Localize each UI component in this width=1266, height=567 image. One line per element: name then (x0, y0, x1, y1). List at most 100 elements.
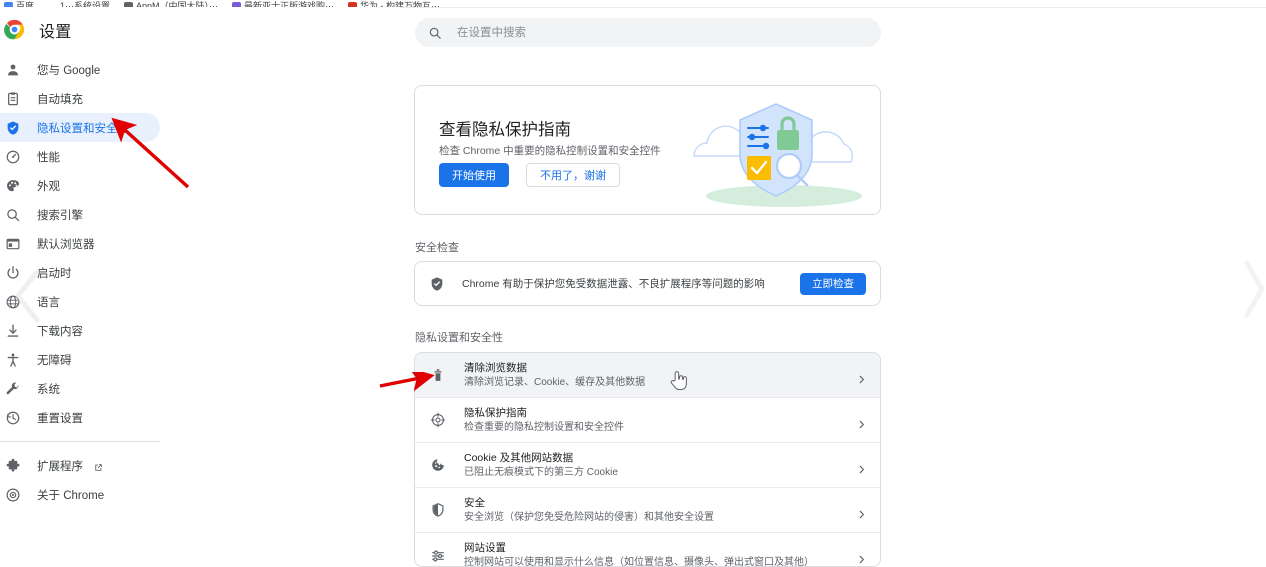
target-icon (429, 412, 446, 429)
privacy-settings-row[interactable]: 清除浏览数据 清除浏览记录、Cookie、缓存及其他数据 (415, 353, 880, 398)
shield-filled-icon (431, 276, 443, 291)
clipboard-icon (4, 90, 22, 108)
row-subtitle: 检查重要的隐私控制设置和安全控件 (464, 421, 624, 433)
chevron-right-icon (857, 416, 866, 428)
sidebar-divider (0, 441, 160, 442)
download-icon (4, 322, 22, 340)
sidebar-item-11[interactable]: 系统 (0, 374, 160, 403)
cookie-icon (429, 457, 446, 474)
sidebar-item-label: 默认浏览器 (37, 238, 95, 251)
sidebar-item-label: 系统 (37, 383, 60, 396)
settings-sidebar: 设置 您与 Google 自动填充隐私设置和安全性 性能外观搜索引擎默认浏览器启动时… (0, 7, 400, 567)
privacy-shield-illustration (693, 103, 862, 207)
settings-main-panel: 查看隐私保护指南 检查 Chrome 中重要的隐私控制设置和安全控件 开始使用 … (400, 7, 1266, 567)
sidebar-item-5[interactable]: 搜索引擎 (0, 200, 160, 229)
row-title: 隐私保护指南 (464, 406, 527, 419)
row-subtitle: 已阻止无痕模式下的第三方 Cookie (464, 466, 618, 478)
dismiss-privacy-guide-button[interactable]: 不用了，谢谢 (526, 163, 620, 187)
row-text: 隐私保护指南检查重要的隐私控制设置和安全控件 (464, 406, 857, 435)
page-title: 设置 (39, 23, 72, 41)
sidebar-item-6[interactable]: 默认浏览器 (0, 229, 160, 258)
sidebar-item-footer-0[interactable]: 扩展程序 (0, 451, 160, 480)
sidebar-item-label: 重置设置 (37, 412, 83, 425)
sidebar-item-2[interactable]: 隐私设置和安全性 (0, 113, 160, 142)
power-icon (4, 264, 22, 282)
palette-icon (4, 177, 22, 195)
safety-check-text: Chrome 有助于保护您免受数据泄露、不良扩展程序等问题的影响 (462, 278, 765, 290)
sidebar-item-9[interactable]: 下载内容 (0, 316, 160, 345)
sidebar-item-label: 性能 (37, 151, 60, 164)
sidebar-item-8[interactable]: 语言 (0, 287, 160, 316)
browser-window-icon (4, 235, 22, 253)
row-text: 网站设置控制网站可以使用和显示什么信息（如位置信息、摄像头、弹出式窗口及其他） (464, 541, 857, 567)
sidebar-item-label: 语言 (37, 296, 60, 309)
sidebar-item-label: 搜索引擎 (37, 209, 83, 222)
promo-subtitle: 检查 Chrome 中重要的隐私控制设置和安全控件 (439, 145, 661, 157)
privacy-settings-row[interactable]: 隐私保护指南检查重要的隐私控制设置和安全控件 (415, 398, 880, 443)
sidebar-item-footer-1[interactable]: 关于 Chrome (0, 480, 160, 509)
sidebar-item-10[interactable]: 无障碍 (0, 345, 160, 374)
chevron-right-icon (857, 551, 866, 564)
run-safety-check-button[interactable]: 立即检查 (800, 272, 866, 295)
row-subtitle: 安全浏览（保护您免受危险网站的侵害）和其他安全设置 (464, 511, 714, 523)
row-text: Cookie 及其他网站数据已阻止无痕模式下的第三方 Cookie (464, 451, 857, 480)
privacy-guide-promo-card: 查看隐私保护指南 检查 Chrome 中重要的隐私控制设置和安全控件 开始使用 … (414, 85, 881, 215)
row-title: 网站设置 (464, 542, 506, 554)
privacy-settings-row[interactable]: 网站设置控制网站可以使用和显示什么信息（如位置信息、摄像头、弹出式窗口及其他） (415, 533, 880, 567)
sidebar-item-label: 无障碍 (37, 354, 72, 367)
search-icon (429, 27, 441, 39)
row-title: 清除浏览数据 (464, 361, 527, 374)
settings-header: 设置 (0, 7, 400, 52)
row-subtitle: 控制网站可以使用和显示什么信息（如位置信息、摄像头、弹出式窗口及其他） (464, 557, 814, 567)
row-text: 安全安全浏览（保护您免受危险网站的侵害）和其他安全设置 (464, 496, 857, 525)
open-in-new-icon (93, 460, 104, 471)
puzzle-icon (4, 457, 22, 475)
safety-check-row: Chrome 有助于保护您免受数据泄露、不良扩展程序等问题的影响 立即检查 (415, 262, 880, 305)
sliders-icon (429, 547, 446, 564)
chevron-right-icon (857, 506, 866, 518)
search-box[interactable] (415, 18, 881, 47)
sidebar-item-label: 自动填充 (37, 93, 83, 106)
sidebar-item-4[interactable]: 外观 (0, 171, 160, 200)
sidebar-item-label: 隐私设置和安全性 (37, 122, 129, 135)
row-title: Cookie 及其他网站数据 (464, 451, 574, 464)
sidebar-item-label: 下载内容 (37, 325, 83, 338)
chrome-logo (4, 19, 25, 40)
sidebar-item-3[interactable]: 性能 (0, 142, 160, 171)
row-title: 安全 (464, 496, 485, 509)
globe-icon (4, 293, 22, 311)
sidebar-item-label: 您与 Google (37, 64, 101, 77)
chrome-outline-icon (4, 486, 22, 504)
trash-icon (429, 367, 446, 384)
privacy-section-heading: 隐私设置和安全性 (415, 332, 503, 344)
privacy-settings-card: 清除浏览数据 清除浏览记录、Cookie、缓存及其他数据隐私保护指南检查重要的隐私… (414, 352, 881, 567)
wrench-icon (4, 380, 22, 398)
promo-actions: 开始使用 不用了，谢谢 (439, 163, 620, 187)
safety-check-card: Chrome 有助于保护您免受数据泄露、不良扩展程序等问题的影响 立即检查 (414, 261, 881, 306)
sidebar-item-label: 扩展程序 (37, 460, 83, 473)
promo-title: 查看隐私保护指南 (439, 121, 571, 139)
chevron-right-icon (857, 461, 866, 473)
sidebar-item-0[interactable]: 您与 Google (0, 55, 160, 84)
search-input[interactable] (455, 25, 839, 40)
search-icon (4, 206, 22, 224)
chevron-right-icon (857, 371, 866, 383)
accessibility-icon (4, 351, 22, 369)
speedometer-icon (4, 148, 22, 166)
sidebar-item-12[interactable]: 重置设置 (0, 403, 160, 432)
start-privacy-guide-button[interactable]: 开始使用 (439, 163, 509, 187)
sidebar-item-1[interactable]: 自动填充 (0, 84, 160, 113)
sidebar-item-label: 启动时 (37, 267, 72, 280)
person-icon (4, 61, 22, 79)
history-icon (4, 409, 22, 427)
row-text: 清除浏览数据 清除浏览记录、Cookie、缓存及其他数据 (464, 361, 857, 390)
shield-outline-icon (429, 502, 446, 519)
privacy-settings-row[interactable]: 安全安全浏览（保护您免受危险网站的侵害）和其他安全设置 (415, 488, 880, 533)
sidebar-nav-list: 您与 Google 自动填充隐私设置和安全性 性能外观搜索引擎默认浏览器启动时语言下… (0, 55, 400, 509)
sidebar-item-7[interactable]: 启动时 (0, 258, 160, 287)
safety-check-heading: 安全检查 (415, 242, 459, 254)
privacy-settings-row[interactable]: Cookie 及其他网站数据已阻止无痕模式下的第三方 Cookie (415, 443, 880, 488)
shield-icon (4, 119, 22, 137)
sidebar-item-label: 关于 Chrome (37, 489, 105, 502)
sidebar-item-label: 外观 (37, 180, 60, 193)
